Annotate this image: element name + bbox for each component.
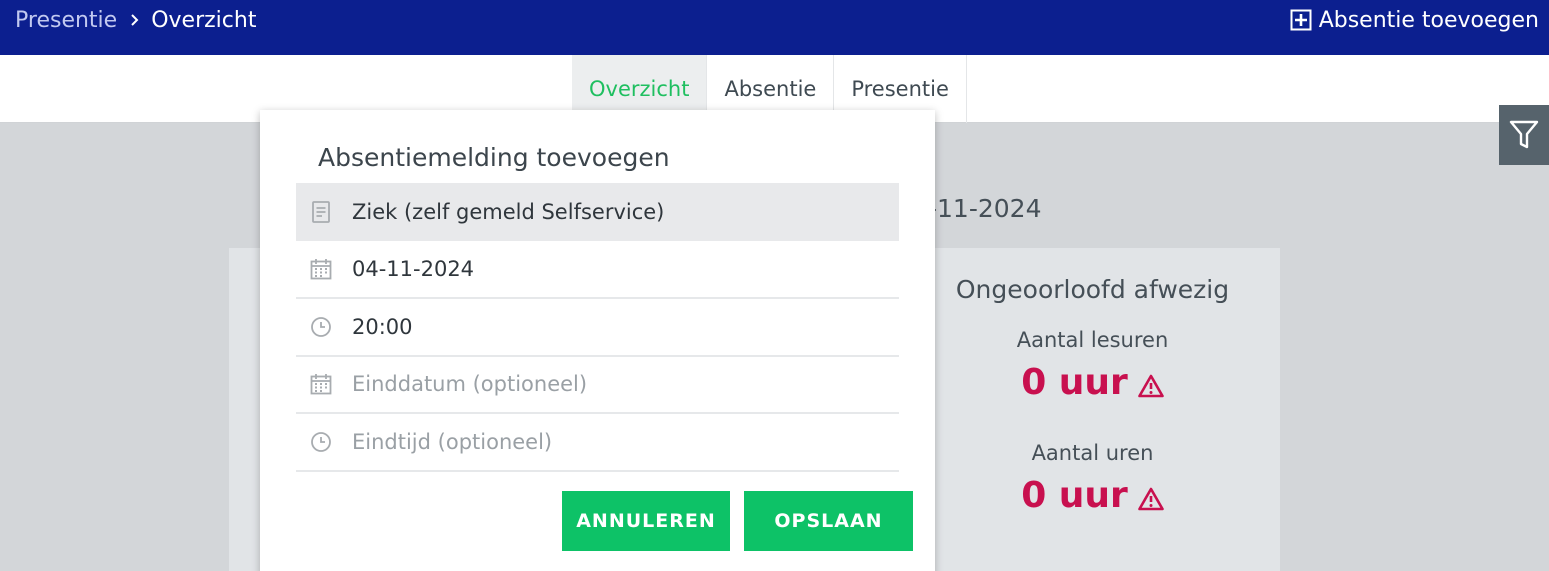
chevron-right-icon: [131, 14, 139, 26]
filter-icon: [1509, 120, 1539, 149]
hours-value: 0 uur: [935, 475, 1250, 516]
warning-icon: [1137, 487, 1164, 510]
dialog-title: Absentiemelding toevoegen: [318, 143, 670, 172]
plus-box-icon: [1290, 9, 1312, 31]
lessons-value: 0 uur: [935, 362, 1250, 403]
clock-icon: [310, 316, 332, 338]
hours-value-text: 0 uur: [1021, 475, 1128, 516]
app-header: Presentie Overzicht Absentie toevoegen: [0, 0, 1549, 55]
start-date-field[interactable]: 04-11-2024: [296, 241, 899, 299]
cancel-button[interactable]: ANNULEREN: [562, 491, 730, 551]
breadcrumb-current: Overzicht: [151, 7, 257, 33]
calendar-icon: [310, 373, 332, 395]
document-icon: [310, 201, 332, 223]
unexcused-heading: Ongeoorloofd afwezig: [955, 275, 1230, 304]
breadcrumb-root[interactable]: Presentie: [15, 8, 117, 33]
end-date-field[interactable]: Einddatum (optioneel): [296, 356, 899, 414]
filter-button[interactable]: [1499, 105, 1549, 165]
warning-icon: [1137, 374, 1164, 397]
unexcused-absence-stats: Ongeoorloofd afwezig Aantal lesuren 0 uu…: [935, 275, 1250, 516]
add-absence-dialog: Absentiemelding toevoegen Ziek (zelf gem…: [260, 110, 935, 571]
absence-reason-value: Ziek (zelf gemeld Selfservice): [352, 200, 665, 224]
save-button[interactable]: OPSLAAN: [744, 491, 913, 551]
breadcrumb: Presentie Overzicht: [15, 0, 256, 40]
start-time-value: 20:00: [352, 315, 413, 339]
lessons-value-text: 0 uur: [1021, 362, 1128, 403]
start-time-field[interactable]: 20:00: [296, 299, 899, 357]
hours-label: Aantal uren: [1031, 441, 1154, 465]
overview-date: -11-2024: [928, 194, 1042, 223]
add-absence-label: Absentie toevoegen: [1318, 7, 1539, 33]
end-time-field[interactable]: Eindtijd (optioneel): [296, 414, 899, 472]
absence-reason-select[interactable]: Ziek (zelf gemeld Selfservice): [296, 183, 899, 241]
add-absence-button[interactable]: Absentie toevoegen: [1290, 0, 1539, 40]
lessons-label: Aantal lesuren: [1016, 328, 1169, 352]
clock-icon: [310, 431, 332, 453]
end-date-placeholder: Einddatum (optioneel): [352, 372, 588, 396]
start-date-value: 04-11-2024: [352, 257, 475, 281]
end-time-placeholder: Eindtijd (optioneel): [352, 430, 553, 454]
calendar-icon: [310, 258, 332, 280]
